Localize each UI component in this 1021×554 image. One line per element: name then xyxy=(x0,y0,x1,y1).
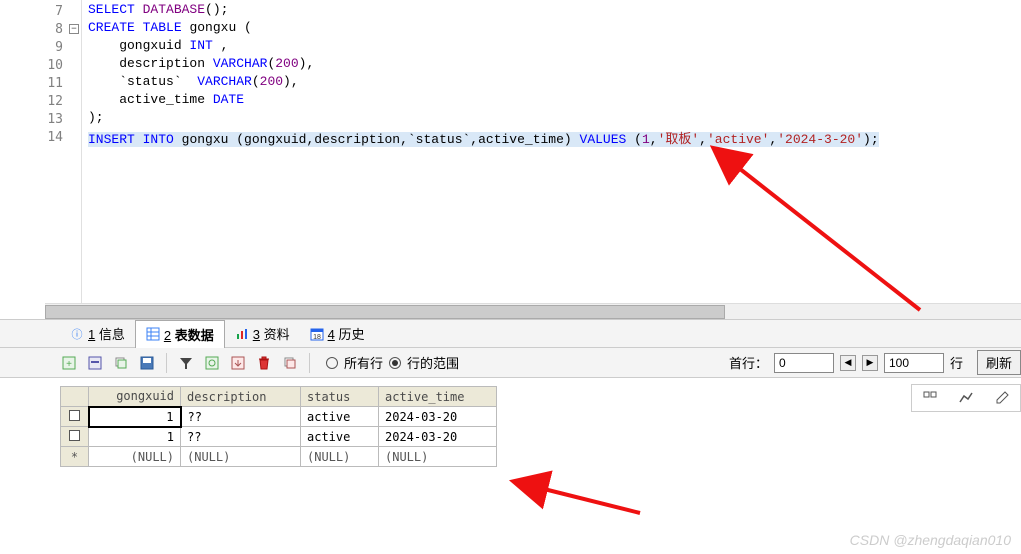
tab-表数据[interactable]: 2 表数据 xyxy=(135,320,225,348)
first-row-input[interactable] xyxy=(774,353,834,373)
edit-icon[interactable] xyxy=(992,388,1012,408)
chart-icon[interactable] xyxy=(956,388,976,408)
calendar-icon: 18 xyxy=(310,327,324,341)
export-button[interactable] xyxy=(227,352,249,374)
line-number: 14 xyxy=(0,128,81,146)
row-range-controls: 首行： ◀ ▶ 行 xyxy=(729,353,963,373)
cell[interactable]: (NULL) xyxy=(181,447,301,467)
code-area[interactable]: SELECT DATABASE();CREATE TABLE gongxu ( … xyxy=(82,0,1021,319)
delete-button[interactable] xyxy=(253,352,275,374)
code-line[interactable]: SELECT DATABASE(); xyxy=(82,2,1021,20)
column-header-status[interactable]: status xyxy=(301,387,379,407)
limit-input[interactable] xyxy=(884,353,944,373)
horizontal-scrollbar[interactable] xyxy=(45,303,1021,319)
code-line[interactable]: CREATE TABLE gongxu ( xyxy=(82,20,1021,38)
row-checkbox[interactable] xyxy=(69,430,80,441)
cell[interactable]: ?? xyxy=(181,427,301,447)
data-grid[interactable]: gongxuiddescriptionstatusactive_time1??a… xyxy=(60,386,497,467)
svg-text:+: + xyxy=(66,359,72,370)
next-page-button[interactable]: ▶ xyxy=(862,355,878,371)
radio-all-rows[interactable] xyxy=(326,357,338,369)
table-row[interactable]: *(NULL)(NULL)(NULL)(NULL) xyxy=(61,447,497,467)
radio-row-range[interactable] xyxy=(389,357,401,369)
sql-editor[interactable]: 78−91011121314 SELECT DATABASE();CREATE … xyxy=(0,0,1021,320)
column-header-gongxuid[interactable]: gongxuid xyxy=(89,387,181,407)
limit-label: 行 xyxy=(950,353,963,372)
insert-row-button[interactable] xyxy=(84,352,106,374)
cell[interactable]: (NULL) xyxy=(379,447,497,467)
tab-信息[interactable]: ⓘ 1 信息 xyxy=(60,320,135,347)
separator xyxy=(309,353,310,373)
duplicate-button[interactable] xyxy=(279,352,301,374)
cell[interactable]: active xyxy=(301,427,379,447)
row-mode-radio-group: 所有行 行的范围 xyxy=(326,353,459,372)
scrollbar-thumb[interactable] xyxy=(45,305,725,319)
view-grid-icon[interactable] xyxy=(920,388,940,408)
fold-toggle-icon[interactable]: − xyxy=(69,24,79,34)
column-header-description[interactable]: description xyxy=(181,387,301,407)
column-header-active_time[interactable]: active_time xyxy=(379,387,497,407)
cell[interactable]: 1 xyxy=(89,427,181,447)
row-marker[interactable]: * xyxy=(61,447,89,467)
radio-range-label: 行的范围 xyxy=(407,353,459,372)
line-number: 8− xyxy=(0,20,81,38)
copy-row-button[interactable] xyxy=(110,352,132,374)
code-line[interactable]: description VARCHAR(200), xyxy=(82,56,1021,74)
code-line[interactable]: ); xyxy=(82,110,1021,128)
cell[interactable]: 1 xyxy=(89,407,181,427)
radio-all-label: 所有行 xyxy=(344,353,383,372)
cell[interactable]: 2024-03-20 xyxy=(379,427,497,447)
code-line[interactable]: gongxuid INT , xyxy=(82,38,1021,56)
refresh-filter-button[interactable] xyxy=(201,352,223,374)
separator xyxy=(166,353,167,373)
cell[interactable]: active xyxy=(301,407,379,427)
code-line[interactable]: `status` VARCHAR(200), xyxy=(82,74,1021,92)
save-button[interactable] xyxy=(136,352,158,374)
add-row-button[interactable]: + xyxy=(58,352,80,374)
cell[interactable]: ?? xyxy=(181,407,301,427)
first-row-label: 首行： xyxy=(729,353,768,372)
table-row[interactable]: 1??active2024-03-20 xyxy=(61,407,497,427)
row-header-corner xyxy=(61,387,89,407)
row-marker[interactable] xyxy=(61,427,89,447)
cell[interactable]: 2024-03-20 xyxy=(379,407,497,427)
row-checkbox[interactable] xyxy=(69,410,80,421)
tab-label: 4 历史 xyxy=(328,324,365,343)
chart-icon xyxy=(235,327,249,341)
cell[interactable]: (NULL) xyxy=(301,447,379,467)
annotation-arrow-bottom xyxy=(530,478,650,521)
line-gutter: 78−91011121314 xyxy=(0,0,82,319)
line-number: 13 xyxy=(0,110,81,128)
line-number: 10 xyxy=(0,56,81,74)
info-icon: ⓘ xyxy=(70,327,84,341)
tab-label: 3 资料 xyxy=(253,324,290,343)
result-tabs: ⓘ 1 信息 2 表数据 3 资料 18 4 历史 xyxy=(0,320,1021,348)
code-line[interactable]: INSERT INTO gongxu (gongxuid,description… xyxy=(82,128,1021,146)
code-line[interactable]: active_time DATE xyxy=(82,92,1021,110)
table-icon xyxy=(146,327,160,341)
svg-text:18: 18 xyxy=(313,334,321,341)
row-marker[interactable] xyxy=(61,407,89,427)
grid-toolbar: + 所有行 行的范围 首行： ◀ ▶ 行 刷新 xyxy=(0,348,1021,378)
data-grid-area: gongxuiddescriptionstatusactive_time1??a… xyxy=(0,378,1021,467)
tab-资料[interactable]: 3 资料 xyxy=(225,320,300,347)
line-number: 11 xyxy=(0,74,81,92)
line-number: 12 xyxy=(0,92,81,110)
line-number: 7 xyxy=(0,2,81,20)
refresh-button[interactable]: 刷新 xyxy=(977,350,1021,375)
tab-label: 1 信息 xyxy=(88,324,125,343)
tab-label: 2 表数据 xyxy=(164,325,214,344)
prev-page-button[interactable]: ◀ xyxy=(840,355,856,371)
tab-历史[interactable]: 18 4 历史 xyxy=(300,320,375,347)
cell[interactable]: (NULL) xyxy=(89,447,181,467)
right-toolbar xyxy=(911,384,1021,412)
line-number: 9 xyxy=(0,38,81,56)
table-row[interactable]: 1??active2024-03-20 xyxy=(61,427,497,447)
filter-button[interactable] xyxy=(175,352,197,374)
watermark: CSDN @zhengdaqian010 xyxy=(850,532,1011,548)
